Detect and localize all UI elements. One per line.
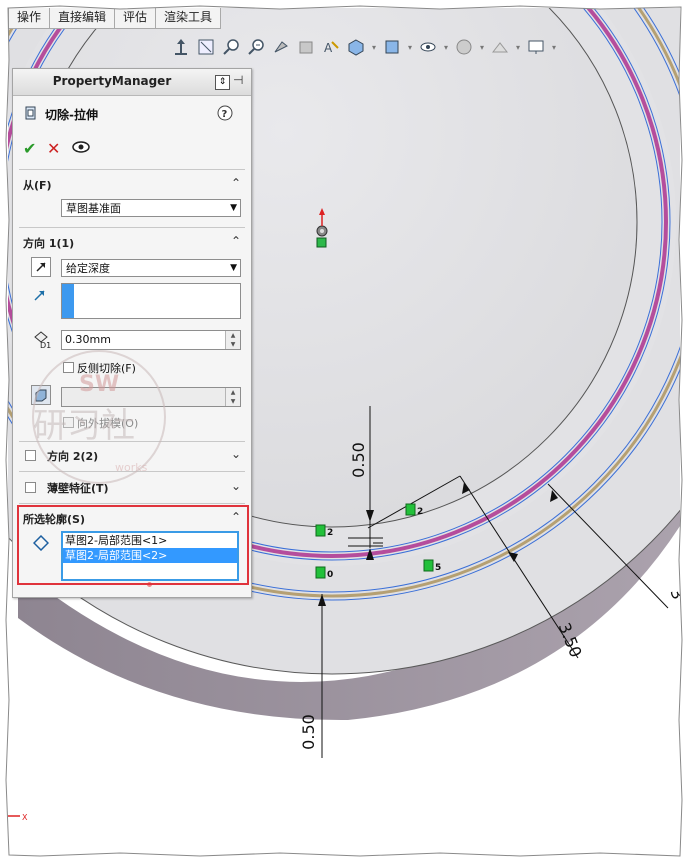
section-view-icon[interactable] <box>295 36 317 58</box>
section-direction1-label: 方向 1(1) <box>23 237 75 250</box>
divider <box>19 169 245 170</box>
svg-text:X: X <box>22 813 28 822</box>
cancel-button[interactable]: ✕ <box>47 139 60 158</box>
svg-text:2: 2 <box>327 528 333 538</box>
svg-text:0: 0 <box>327 570 333 580</box>
flip-side-label: 反侧切除(F) <box>77 362 136 375</box>
chevron-down-icon[interactable]: ▾ <box>478 36 486 58</box>
apply-scene-icon[interactable] <box>489 36 511 58</box>
pin-icon[interactable]: ⊣ <box>233 73 243 87</box>
property-manager-title: PropertyManager <box>52 74 172 88</box>
dropdown-arrow-icon: ▼ <box>230 203 237 213</box>
reverse-direction-button[interactable] <box>31 257 51 277</box>
tab-evaluate[interactable]: 评估 <box>114 8 157 29</box>
view-settings-icon[interactable] <box>525 36 547 58</box>
tab-direct-edit[interactable]: 直接编辑 <box>49 8 116 29</box>
draft-angle-input[interactable]: ▲ ▼ <box>61 387 241 407</box>
axis-triad-icon: X <box>8 813 28 822</box>
section-thin-feature-label: 薄壁特征(T) <box>47 482 109 495</box>
hide-show-items-icon[interactable] <box>417 36 439 58</box>
tab-operation[interactable]: 操作 <box>8 8 51 29</box>
end-condition-select[interactable]: 给定深度 ▼ <box>61 259 241 277</box>
section-direction2[interactable]: 方向 2(2) ⌄ <box>45 446 243 466</box>
list-item[interactable]: 草图2-局部范围<2> <box>63 548 237 563</box>
from-select-value: 草图基准面 <box>66 202 121 215</box>
zoom-in-out-icon[interactable] <box>245 36 267 58</box>
dynamic-annotation-icon[interactable]: A <box>320 36 342 58</box>
zoom-to-area-icon[interactable] <box>220 36 242 58</box>
draft-toggle-button[interactable] <box>31 385 51 405</box>
chevron-down-icon[interactable]: ▾ <box>550 36 558 58</box>
svg-text:5: 5 <box>435 563 441 573</box>
normal-to-icon[interactable] <box>170 36 192 58</box>
thin-feature-checkbox[interactable] <box>25 482 36 493</box>
dimension-edge-text[interactable]: 3 <box>666 586 680 603</box>
graphics-viewport[interactable]: 0.50 0.50 3.50 3 2 2 0 5 X 操作 直接编辑 评估 渲染… <box>8 8 680 854</box>
chevron-up-icon[interactable]: ⌃ <box>231 234 241 248</box>
dimension-top-text[interactable]: 0.50 <box>349 442 368 478</box>
svg-text:D1: D1 <box>40 341 51 349</box>
divider <box>19 227 245 228</box>
heads-up-view-toolbar: A ▾ ▾ ▾ ▾ ▾ ▾ <box>170 34 558 60</box>
chevron-down-icon[interactable]: ▾ <box>514 36 522 58</box>
section-thin-feature[interactable]: 薄壁特征(T) ⌄ <box>45 478 243 498</box>
direction-vector-icon <box>33 287 47 306</box>
previous-view-icon[interactable] <box>270 36 292 58</box>
chevron-up-icon[interactable]: ⌃ <box>231 176 241 190</box>
tab-render-tools[interactable]: 渲染工具 <box>155 8 222 29</box>
command-manager-tabs: 操作 直接编辑 评估 渲染工具 <box>8 8 222 30</box>
dimension-bottom-text[interactable]: 0.50 <box>299 714 318 750</box>
selected-contours-list[interactable]: 草图2-局部范围<1> 草图2-局部范围<2> <box>61 531 239 581</box>
selection-focus-bar <box>62 284 74 318</box>
list-item[interactable]: 草图2-局部范围<1> <box>63 533 237 548</box>
depth-icon: D1 <box>31 329 53 353</box>
zoom-to-fit-icon[interactable] <box>195 36 217 58</box>
chevron-down-icon[interactable]: ⌄ <box>231 447 241 461</box>
divider <box>19 441 245 442</box>
svg-text:A: A <box>324 41 333 55</box>
collapse-panel-icon[interactable]: ⇕ <box>215 75 230 90</box>
end-condition-value: 给定深度 <box>66 262 110 275</box>
display-style-icon[interactable] <box>381 36 403 58</box>
property-manager-panel: PropertyManager ⇕ ⊣ 切除-拉伸 ? ✔ ✕ 从(F) ⌃ 草… <box>12 68 252 598</box>
extrude-cut-icon <box>23 105 39 125</box>
contour-icon <box>32 534 50 555</box>
chevron-down-icon[interactable]: ⌄ <box>231 479 241 493</box>
chevron-down-icon[interactable]: ▾ <box>442 36 450 58</box>
chevron-down-icon[interactable]: ▾ <box>370 36 378 58</box>
svg-text:?: ? <box>222 109 228 120</box>
chevron-up-icon[interactable]: ⌃ <box>231 510 241 524</box>
dropdown-arrow-icon: ▼ <box>230 263 237 273</box>
depth-value: 0.30mm <box>65 333 111 346</box>
section-direction1[interactable]: 方向 1(1) ⌃ <box>21 233 243 253</box>
divider <box>19 503 245 504</box>
section-selected-contours-label: 所选轮廓(S) <box>23 513 85 526</box>
section-from[interactable]: 从(F) ⌃ <box>21 175 243 195</box>
screenshot-frame: 0.50 0.50 3.50 3 2 2 0 5 X 操作 直接编辑 评估 渲染… <box>0 0 689 864</box>
from-select[interactable]: 草图基准面 ▼ <box>61 199 241 217</box>
ok-button[interactable]: ✔ <box>23 139 36 158</box>
flip-side-checkbox[interactable] <box>63 362 74 373</box>
draft-outward-checkbox[interactable] <box>63 417 74 428</box>
direction2-checkbox[interactable] <box>25 450 36 461</box>
feature-title: 切除-拉伸 <box>45 108 98 122</box>
direction-vector-selection-box[interactable] <box>61 283 241 319</box>
resize-handle[interactable] <box>147 582 152 587</box>
draft-outward-label: 向外拔模(O) <box>77 417 139 430</box>
property-manager-header: PropertyManager ⇕ ⊣ <box>13 69 251 96</box>
preview-eye-icon[interactable] <box>71 139 91 159</box>
depth-input[interactable]: 0.30mm ▲ ▼ <box>61 330 241 350</box>
edit-appearance-icon[interactable] <box>453 36 475 58</box>
depth-spinner[interactable]: ▲ ▼ <box>225 331 240 349</box>
divider <box>19 471 245 472</box>
svg-text:2: 2 <box>417 507 423 517</box>
help-icon[interactable]: ? <box>217 105 233 125</box>
draft-angle-spinner[interactable]: ▲ ▼ <box>225 388 240 406</box>
section-direction2-label: 方向 2(2) <box>47 450 99 463</box>
view-orientation-icon[interactable] <box>345 36 367 58</box>
section-from-label: 从(F) <box>23 179 52 192</box>
section-selected-contours[interactable]: 所选轮廓(S) ⌃ <box>21 509 243 529</box>
chevron-down-icon[interactable]: ▾ <box>406 36 414 58</box>
